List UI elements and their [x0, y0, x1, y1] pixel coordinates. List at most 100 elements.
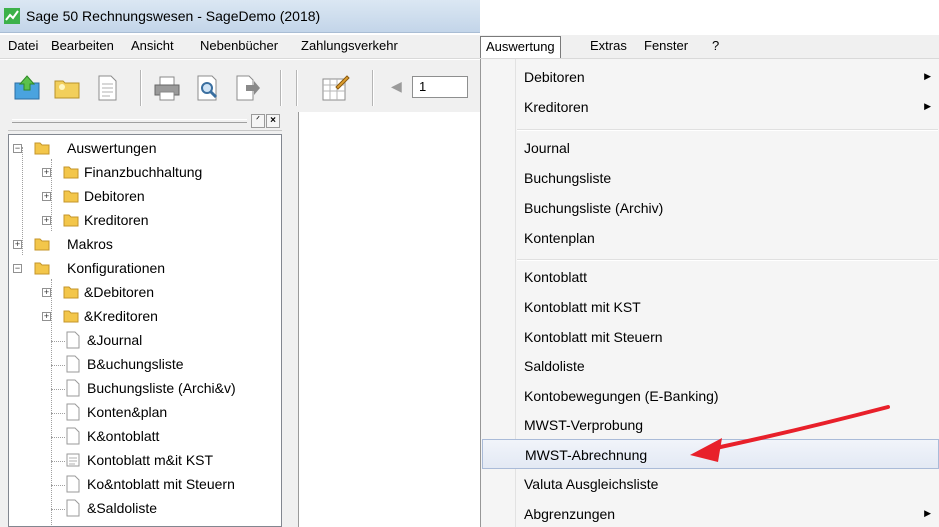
menu-item-saldoliste[interactable]: Saldoliste — [482, 351, 939, 381]
folder-icon — [63, 286, 79, 299]
menu-item-label: Valuta Ausgleichsliste — [524, 476, 659, 492]
auswertung-menu: Debitoren ▶ Kreditoren ▶ Journal Buchung… — [480, 59, 939, 527]
menu-item-kreditoren[interactable]: Kreditoren ▶ — [482, 92, 939, 122]
menu-nebenbuecher[interactable]: Nebenbücher — [200, 38, 278, 53]
menu-item-mwst-abrechnung[interactable]: MWST-Abrechnung — [482, 439, 939, 469]
menu-auswertung[interactable]: Auswertung — [480, 36, 561, 58]
toolbar: ◀ 1 — [0, 60, 480, 112]
menu-fenster[interactable]: Fenster — [644, 38, 688, 53]
menu-item-mwst-verprobung[interactable]: MWST-Verprobung — [482, 410, 939, 440]
menu-item-journal[interactable]: Journal — [482, 133, 939, 163]
menu-item-label: Buchungsliste — [524, 170, 612, 186]
tree-line — [51, 365, 65, 366]
navigation-panel: ᐟ × − Auswertungen + Finanzbuchhaltung +… — [0, 112, 290, 527]
report-document-icon — [66, 355, 80, 373]
tree-item-label: Finanzbuchhaltung — [84, 164, 203, 180]
folder-icon — [63, 190, 79, 203]
submenu-arrow-icon: ▶ — [924, 71, 931, 81]
submenu-arrow-icon: ▶ — [924, 101, 931, 111]
expand-icon[interactable]: + — [42, 168, 51, 177]
menu-item-label: Kontoblatt — [524, 269, 588, 285]
expand-icon[interactable]: + — [42, 192, 51, 201]
edit-table-icon[interactable] — [320, 73, 350, 103]
menu-item-label: Kontenplan — [524, 230, 595, 246]
document-icon[interactable] — [92, 73, 122, 103]
report-tree: − Auswertungen + Finanzbuchhaltung + Deb… — [8, 134, 282, 527]
close-icon[interactable]: × — [266, 114, 280, 128]
menu-item-label: Abgrenzungen — [524, 506, 616, 522]
expand-icon[interactable]: + — [42, 216, 51, 225]
folder-icon — [63, 214, 79, 227]
tree-line — [51, 509, 65, 510]
panel-header: ᐟ × — [8, 112, 282, 131]
menu-item-kontoblatt-kst[interactable]: Kontoblatt mit KST — [482, 292, 939, 322]
menu-datei[interactable]: Datei — [8, 38, 38, 53]
tree-line — [51, 485, 65, 486]
folder-icon — [63, 310, 79, 323]
page-number-input[interactable]: 1 — [412, 76, 468, 98]
folder-icon — [34, 142, 50, 155]
tree-item-label: Kontoblatt m&it KST — [87, 452, 214, 468]
toolbar-separator — [296, 70, 298, 106]
report-document-icon — [66, 331, 80, 349]
folder-icon — [34, 238, 50, 251]
menu-help[interactable]: ? — [712, 38, 719, 53]
tree-line — [51, 413, 65, 414]
pin-icon[interactable]: ᐟ — [251, 114, 265, 128]
report-document-icon — [66, 475, 80, 493]
menu-item-buchungsliste[interactable]: Buchungsliste — [482, 163, 939, 193]
content-area — [298, 112, 480, 527]
tree-item-label: &Debitoren — [84, 284, 155, 300]
submenu-arrow-icon: ▶ — [924, 508, 931, 518]
menu-item-buchungsliste-archiv[interactable]: Buchungsliste (Archiv) — [482, 193, 939, 223]
menu-extras[interactable]: Extras — [590, 38, 627, 53]
menu-item-label: MWST-Verprobung — [524, 417, 644, 433]
open-icon[interactable] — [12, 73, 42, 103]
tree-line — [51, 437, 65, 438]
expand-icon[interactable]: + — [42, 312, 51, 321]
menu-item-valuta-ausgleichsliste[interactable]: Valuta Ausgleichsliste — [482, 469, 939, 499]
menu-bar: Datei Bearbeiten Ansicht Nebenbücher Zah… — [0, 35, 939, 59]
tree-line — [51, 389, 65, 390]
menu-ansicht[interactable]: Ansicht — [131, 38, 174, 53]
folder-icon — [63, 166, 79, 179]
collapse-icon[interactable]: − — [13, 144, 22, 153]
expand-icon[interactable]: + — [42, 288, 51, 297]
collapse-icon[interactable]: − — [13, 264, 22, 273]
left-arrow-icon[interactable]: ◀ — [391, 78, 402, 95]
menu-zahlungsverkehr[interactable]: Zahlungsverkehr — [301, 38, 398, 53]
report-document-icon — [66, 427, 80, 445]
print-icon[interactable] — [152, 73, 182, 103]
menu-item-label: Journal — [524, 140, 570, 156]
menu-item-kontoblatt-steuern[interactable]: Kontoblatt mit Steuern — [482, 322, 939, 352]
toolbar-separator — [372, 70, 374, 106]
menu-item-label: Saldoliste — [524, 358, 585, 374]
menu-bearbeiten[interactable]: Bearbeiten — [51, 38, 114, 53]
menu-item-kontoblatt[interactable]: Kontoblatt — [482, 262, 939, 292]
menu-item-abgrenzungen[interactable]: Abgrenzungen ▶ — [482, 499, 939, 527]
menu-item-label: Buchungsliste (Archiv) — [524, 200, 664, 216]
tree-item-label: Auswertungen — [67, 140, 157, 156]
report-document-icon — [66, 379, 80, 397]
tree-item-label: &Kreditoren — [84, 308, 158, 324]
menu-item-kontenplan[interactable]: Kontenplan — [482, 223, 939, 253]
menu-item-label: MWST-Abrechnung — [525, 447, 648, 463]
folder-icon — [34, 262, 50, 275]
report-document-icon — [66, 499, 80, 517]
menu-item-label: Kontoblatt mit KST — [524, 299, 641, 315]
menu-item-kontobewegungen[interactable]: Kontobewegungen (E-Banking) — [482, 381, 939, 411]
print-preview-icon[interactable] — [192, 73, 222, 103]
panel-grip[interactable] — [12, 119, 247, 123]
menu-separator — [517, 259, 938, 261]
tree-item-label: Kreditoren — [84, 212, 149, 228]
tree-item-label: &Saldoliste — [87, 500, 158, 516]
folder-icon[interactable] — [52, 73, 82, 103]
menu-separator — [517, 129, 938, 131]
panel-splitter[interactable] — [290, 112, 298, 527]
title-bar: Sage 50 Rechnungswesen - SageDemo (2018) — [0, 0, 480, 33]
tree-item-label: &Journal — [87, 332, 143, 348]
export-icon[interactable] — [232, 73, 262, 103]
tree-item-label: Makros — [67, 236, 113, 252]
menu-item-debitoren[interactable]: Debitoren ▶ — [482, 62, 939, 92]
expand-icon[interactable]: + — [13, 240, 22, 249]
